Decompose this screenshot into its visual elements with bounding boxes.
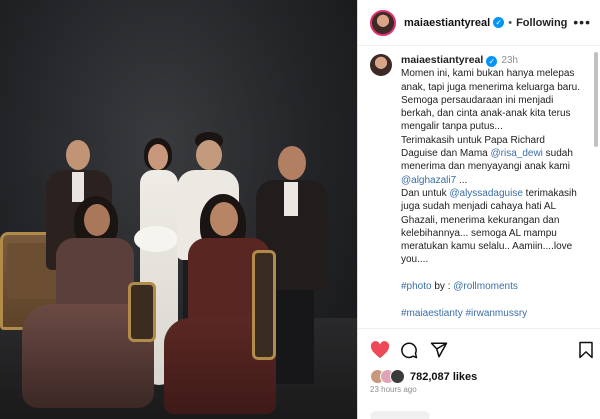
comment-icon[interactable] bbox=[400, 341, 418, 359]
comment-box-placeholder bbox=[370, 411, 430, 419]
post-actions: 782,087 likes 23 hours ago bbox=[358, 328, 600, 419]
mention-alghazali7[interactable]: @alghazali7 bbox=[401, 175, 456, 186]
caption-line: Momen ini, kami bukan hanya melepas bbox=[401, 68, 575, 80]
username[interactable]: maiaestiantyreal bbox=[404, 17, 490, 29]
caption-line: sudah bbox=[542, 148, 573, 160]
instagram-post-viewer: maiaestiantyreal ✓ • Following ••• maiae… bbox=[0, 0, 600, 419]
following-button[interactable]: Following bbox=[516, 17, 567, 29]
caption-line: meratukan kamu selalu.. Aamiin....love bbox=[401, 241, 573, 253]
liker-avatar bbox=[390, 369, 405, 384]
hashtag-photo[interactable]: #photo bbox=[401, 281, 432, 292]
caption-line: berkah, dan cinta anak-anak kita terus bbox=[401, 108, 571, 120]
separator-dot: • bbox=[508, 16, 513, 29]
send-icon[interactable] bbox=[430, 341, 448, 359]
bookmark-icon[interactable] bbox=[578, 341, 594, 359]
profile-avatar[interactable] bbox=[370, 9, 396, 36]
caption-line: anak, tapi juga menerima keluarga baru. bbox=[401, 81, 580, 93]
chair-left bbox=[128, 282, 156, 342]
caption-line: you.... bbox=[401, 254, 429, 266]
more-options-icon[interactable]: ••• bbox=[573, 14, 591, 30]
caption-line: mengalir tanpa putus... bbox=[401, 121, 503, 133]
caption-line: kelebihannya... semoga AL mampu bbox=[401, 227, 557, 239]
verified-badge-icon: ✓ bbox=[493, 17, 505, 28]
caption-avatar[interactable] bbox=[370, 54, 392, 76]
heart-icon[interactable] bbox=[370, 341, 390, 359]
caption-line: Semoga persaudaraan ini menjadi bbox=[401, 94, 554, 106]
caption-line: Daguise dan Mama bbox=[401, 148, 491, 160]
caption-line: ... bbox=[456, 174, 468, 186]
caption-time: 23h bbox=[501, 55, 518, 66]
caption-text: maiaestiantyreal ✓ 23h Momen ini, kami buk… bbox=[401, 54, 591, 328]
caption-area: maiaestiantyreal ✓ 23h Momen ini, kami buk… bbox=[358, 46, 594, 328]
caption-line: Ghazali, menerima kekurangan dan bbox=[401, 214, 560, 226]
caption-line: terimakasih bbox=[522, 187, 577, 199]
post-header: maiaestiantyreal ✓ • Following ••• bbox=[358, 0, 600, 46]
caption-scrollbar[interactable] bbox=[594, 52, 598, 147]
caption-line: by : bbox=[431, 281, 454, 293]
chair-right bbox=[252, 250, 276, 360]
post-side-panel: maiaestiantyreal ✓ • Following ••• maiae… bbox=[357, 0, 600, 419]
likes-row[interactable]: 782,087 likes bbox=[370, 369, 477, 384]
caption-username[interactable]: maiaestiantyreal bbox=[401, 54, 483, 66]
mention-risa-dewi[interactable]: @risa_dewi bbox=[491, 148, 543, 159]
caption-line: menerima dan menyayangi anak kami bbox=[401, 161, 570, 173]
likes-count[interactable]: 782,087 likes bbox=[410, 371, 477, 383]
caption-line: Dan untuk bbox=[401, 187, 450, 199]
mention-alyssadaguise[interactable]: @alyssadaguise bbox=[449, 188, 523, 199]
caption-line: juga sudah menjadi cahaya hati AL bbox=[401, 201, 557, 213]
hashtags[interactable]: #maiaestianty #irwanmussry bbox=[401, 308, 527, 319]
mention-rollmoments[interactable]: @rollmoments bbox=[453, 281, 518, 292]
post-photo[interactable] bbox=[0, 0, 357, 419]
caption-verified-badge-icon: ✓ bbox=[486, 56, 498, 67]
caption-line: Terimakasih untuk Papa Richard bbox=[401, 134, 545, 146]
post-timestamp[interactable]: 23 hours ago bbox=[370, 385, 417, 394]
